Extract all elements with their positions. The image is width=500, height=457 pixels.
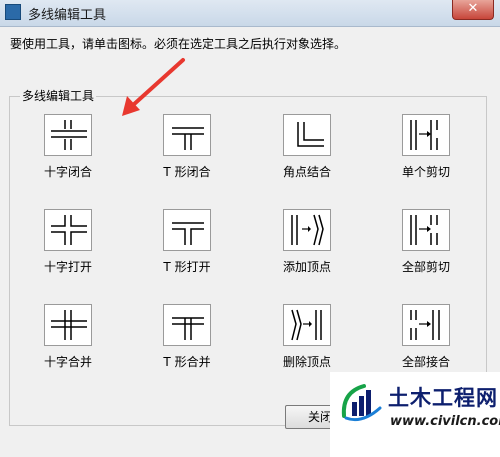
tool-label: T 形合并: [163, 355, 211, 369]
dialog-window: 多线编辑工具 ✕ 要使用工具，请单击图标。必须在选定工具之后执行对象选择。 多线…: [0, 0, 500, 457]
app-icon: [5, 4, 21, 20]
window-title: 多线编辑工具: [28, 8, 107, 23]
title-bar[interactable]: 多线编辑工具 ✕: [0, 0, 500, 27]
tee-merged-icon: [172, 317, 204, 340]
cut-all-icon: [410, 215, 438, 245]
tool-label: 十字闭合: [43, 165, 92, 179]
corner-joint-button[interactable]: [283, 114, 331, 156]
corner-joint-icon: [297, 122, 324, 147]
cross-merged-button[interactable]: [44, 304, 92, 346]
tee-open-button[interactable]: [163, 209, 211, 251]
tee-closed-button[interactable]: [163, 114, 211, 156]
tee-merged-button[interactable]: [163, 304, 211, 346]
tool-label: 十字打开: [43, 260, 92, 274]
watermark-title: 土木工程网: [388, 386, 498, 410]
tool-label: 十字合并: [43, 355, 92, 369]
tee-closed-icon: [172, 127, 204, 150]
tool-label: 单个剪切: [401, 165, 450, 179]
tool-label: T 形打开: [163, 260, 211, 274]
delete-vertex-icon: [291, 309, 322, 341]
cross-open-button[interactable]: [44, 209, 92, 251]
cross-closed-icon: [51, 120, 87, 150]
add-vertex-button[interactable]: [283, 209, 331, 251]
window-close-button[interactable]: ✕: [452, 0, 494, 20]
tool-label: T 形闭合: [163, 165, 211, 179]
cross-closed-button[interactable]: [44, 114, 92, 156]
tee-open-icon: [172, 222, 204, 245]
cross-open-icon: [51, 215, 87, 245]
group-label: 多线编辑工具: [20, 87, 97, 104]
cut-all-button[interactable]: [402, 209, 450, 251]
tool-label: 全部剪切: [401, 260, 450, 274]
watermark-url: www.civilcn.com: [390, 414, 500, 429]
cut-single-button[interactable]: [402, 114, 450, 156]
civilcn-logo-icon: [341, 384, 382, 422]
tool-label: 全部接合: [401, 355, 450, 369]
cut-single-icon: [410, 120, 438, 150]
weld-all-button[interactable]: [402, 304, 450, 346]
tool-label: 添加顶点: [282, 260, 331, 274]
cross-merged-icon: [51, 310, 87, 340]
add-vertex-icon: [291, 214, 324, 246]
weld-all-icon: [410, 310, 440, 340]
instruction-text: 要使用工具，请单击图标。必须在选定工具之后执行对象选择。: [10, 37, 347, 51]
delete-vertex-button[interactable]: [283, 304, 331, 346]
watermark: 土木工程网 www.civilcn.com: [330, 372, 500, 457]
tool-label: 角点结合: [282, 165, 331, 179]
tool-label: 删除顶点: [282, 355, 331, 369]
